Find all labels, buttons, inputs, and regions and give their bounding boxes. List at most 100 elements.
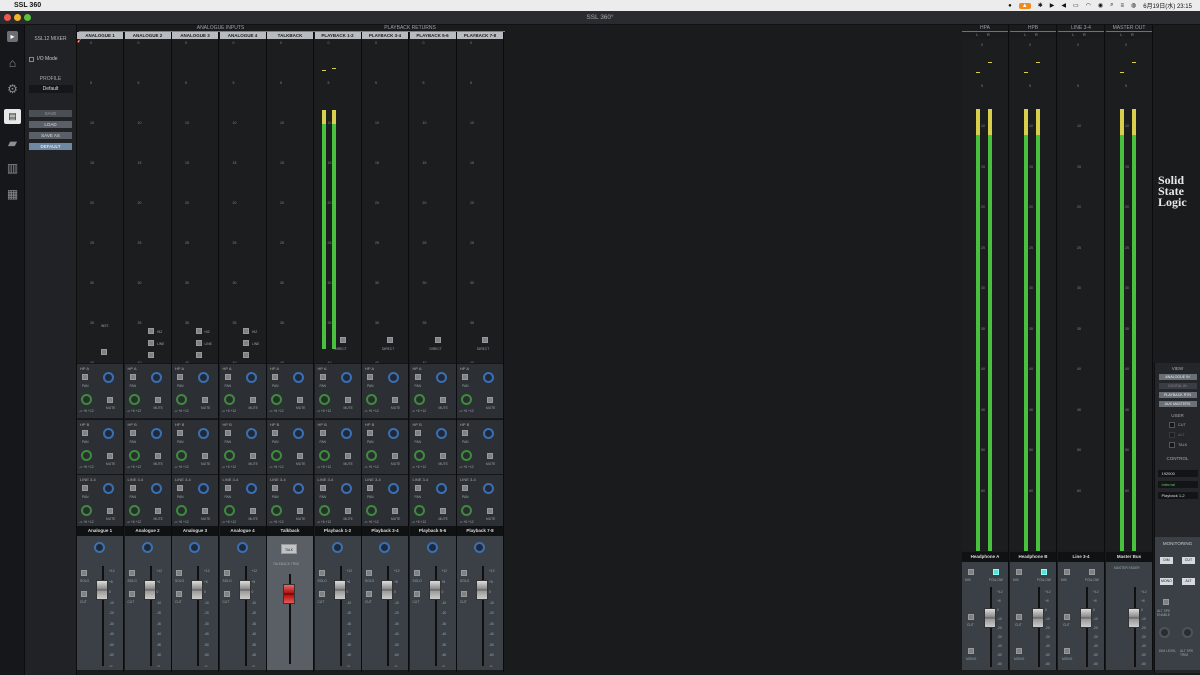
pan-knob[interactable]: [293, 372, 304, 383]
output-fader[interactable]: [1080, 608, 1092, 628]
cut-button[interactable]: [81, 591, 87, 597]
send-level-knob[interactable]: [128, 505, 140, 516]
cut-button[interactable]: [968, 614, 974, 620]
pan-knob[interactable]: [198, 483, 209, 494]
hiz-button[interactable]: [195, 328, 202, 334]
send-mute-button[interactable]: [177, 429, 183, 436]
send-mute-button[interactable]: [462, 485, 468, 491]
send-level-knob[interactable]: [366, 505, 377, 516]
send-mute-button[interactable]: [319, 429, 326, 436]
user-talk-button[interactable]: TALK: [1169, 442, 1200, 448]
save-profile-button[interactable]: SAVE: [29, 110, 72, 117]
view-digital-in-button[interactable]: DIGITAL IN: [1158, 383, 1197, 389]
talkback-fader[interactable]: [283, 584, 295, 604]
send-level-knob[interactable]: [223, 505, 235, 516]
channel-fader[interactable]: [428, 580, 441, 600]
send-level-knob[interactable]: [271, 505, 282, 516]
pan-knob[interactable]: [340, 427, 352, 439]
send-mute-button[interactable]: [224, 485, 231, 491]
alt-button[interactable]: ALT: [1182, 578, 1195, 585]
siri-icon[interactable]: ◍: [1131, 2, 1136, 9]
pan-knob[interactable]: [388, 427, 399, 439]
send-mute-button[interactable]: [82, 374, 88, 380]
volume-icon[interactable]: ◀: [1061, 2, 1066, 9]
direct-button[interactable]: [387, 337, 393, 343]
send-mute-button[interactable]: [367, 374, 373, 380]
solo-button[interactable]: [461, 570, 467, 576]
user-icon[interactable]: ◉: [1098, 2, 1103, 9]
send-level-knob[interactable]: [176, 394, 187, 405]
line-button[interactable]: [195, 340, 202, 346]
view-analogue-in-button[interactable]: ANALOGUE IN: [1158, 374, 1197, 380]
mute-button[interactable]: [297, 508, 303, 514]
follow-button[interactable]: [1041, 569, 1047, 575]
play-icon[interactable]: ▶: [1050, 2, 1055, 9]
save-as-profile-button[interactable]: SAVE AS: [29, 132, 72, 139]
default-profile-button[interactable]: DEFAULT: [29, 143, 72, 150]
user-alt-button[interactable]: ALT: [1169, 432, 1200, 438]
send-level-knob[interactable]: [176, 505, 187, 516]
pan-knob[interactable]: [474, 542, 485, 553]
solo-button[interactable]: [318, 570, 325, 576]
wifi-icon[interactable]: ◠: [1086, 2, 1091, 9]
send-mute-button[interactable]: [272, 485, 278, 491]
pan-knob[interactable]: [198, 372, 209, 383]
io-mode-toggle[interactable]: I/O Mode: [29, 56, 76, 62]
cut-button[interactable]: [223, 591, 230, 597]
solo-button[interactable]: [128, 570, 135, 576]
alt-spk-trim-knob[interactable]: [1182, 627, 1193, 638]
talk-button[interactable]: TALK: [281, 544, 297, 554]
pan-knob[interactable]: [435, 372, 447, 383]
mute-button[interactable]: [202, 508, 208, 514]
mute-button[interactable]: [154, 397, 161, 403]
send-level-knob[interactable]: [413, 394, 425, 405]
hiz-button[interactable]: [243, 328, 249, 334]
mute-button[interactable]: [344, 452, 351, 459]
pan-knob[interactable]: [245, 372, 257, 383]
io-mode-checkbox[interactable]: [29, 56, 34, 62]
send-mute-button[interactable]: [129, 429, 136, 436]
send-level-knob[interactable]: [223, 449, 235, 461]
send-mute-button[interactable]: [129, 485, 136, 491]
sample-rate-dropdown[interactable]: 192000: [1157, 470, 1198, 477]
send-mute-button[interactable]: [414, 374, 421, 380]
cut-button[interactable]: [128, 591, 135, 597]
pan-knob[interactable]: [150, 483, 162, 494]
channel-fader[interactable]: [381, 580, 393, 600]
send-mute-button[interactable]: [414, 485, 421, 491]
channel-fader[interactable]: [191, 580, 203, 600]
send-level-knob[interactable]: [223, 394, 235, 405]
send-mute-button[interactable]: [177, 485, 183, 491]
mono-button[interactable]: [1016, 648, 1022, 654]
send-mute-button[interactable]: [272, 429, 278, 436]
inst-button[interactable]: [195, 352, 202, 358]
pan-knob[interactable]: [340, 483, 352, 494]
send-mute-button[interactable]: [82, 429, 88, 436]
plugin-device-icon[interactable]: ▰: [4, 136, 21, 151]
pan-knob[interactable]: [340, 372, 352, 383]
pan-knob[interactable]: [331, 542, 343, 553]
cut-button[interactable]: [176, 591, 182, 597]
pan-knob[interactable]: [388, 483, 399, 494]
mute-button[interactable]: [249, 397, 256, 403]
channel-fader[interactable]: [143, 580, 156, 600]
follow-button[interactable]: [1089, 569, 1095, 575]
mute-button[interactable]: [154, 508, 161, 514]
solo-button[interactable]: [223, 570, 230, 576]
inst-button[interactable]: [243, 352, 249, 358]
mute-button[interactable]: [392, 452, 398, 459]
send-mute-button[interactable]: [319, 485, 326, 491]
mute-button[interactable]: [107, 452, 113, 459]
view-aux-masters-button[interactable]: AUX MASTERS: [1158, 401, 1197, 407]
pan-knob[interactable]: [245, 427, 257, 439]
mute-button[interactable]: [107, 397, 113, 403]
send-mute-button[interactable]: [177, 374, 183, 380]
mono-button[interactable]: [968, 648, 974, 654]
mute-button[interactable]: [487, 397, 493, 403]
profile-value[interactable]: Default: [28, 85, 73, 93]
channel-fader[interactable]: [238, 580, 251, 600]
pan-knob[interactable]: [198, 427, 209, 439]
send-level-knob[interactable]: [128, 394, 140, 405]
send-level-knob[interactable]: [461, 394, 472, 405]
send-level-knob[interactable]: [413, 449, 425, 461]
